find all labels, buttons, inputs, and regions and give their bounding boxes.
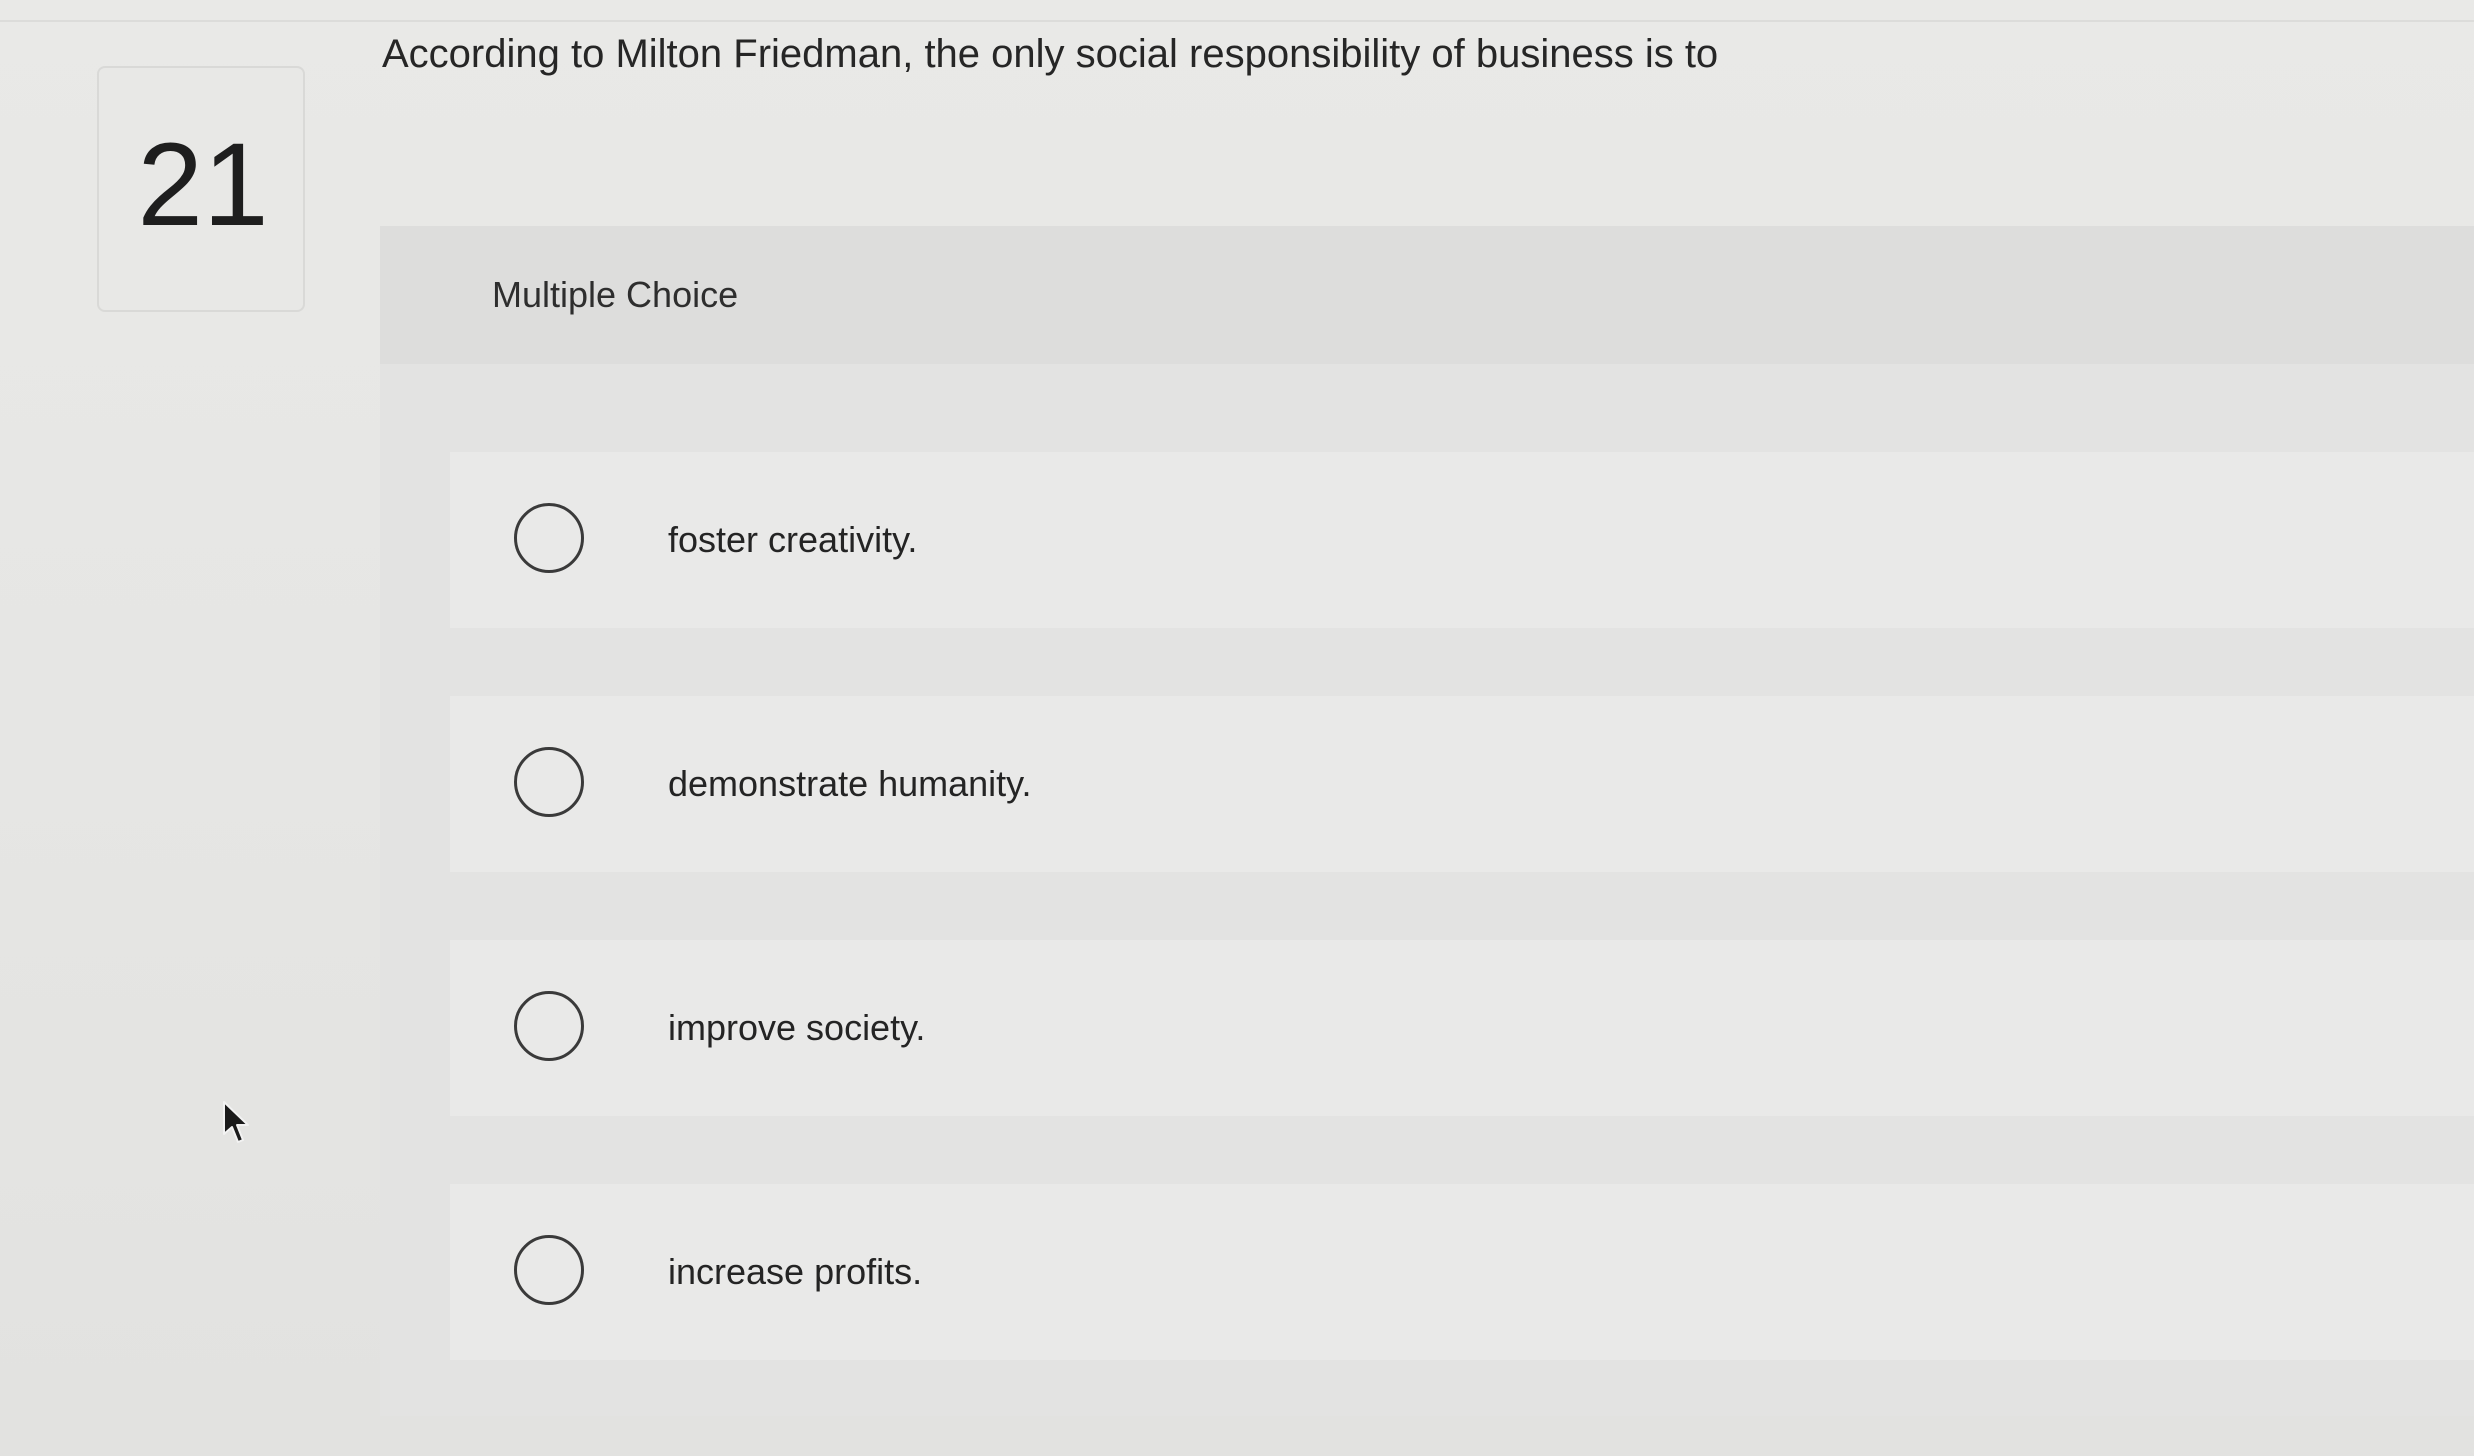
radio-unchecked-icon[interactable] xyxy=(514,747,584,817)
option-improve-society[interactable]: improve society. xyxy=(450,940,2474,1116)
answer-panel-header: Multiple Choice xyxy=(380,226,2474,364)
options-list: foster creativity. demonstrate humanity.… xyxy=(380,364,2474,1416)
radio-unchecked-icon[interactable] xyxy=(514,991,584,1061)
radio-unchecked-icon[interactable] xyxy=(514,503,584,573)
radio-unchecked-icon[interactable] xyxy=(514,1235,584,1305)
question-number-box: 21 xyxy=(97,66,305,312)
option-increase-profits[interactable]: increase profits. xyxy=(450,1184,2474,1360)
question-prompt: According to Milton Friedman, the only s… xyxy=(382,32,1719,76)
option-label: demonstrate humanity. xyxy=(668,763,1032,804)
option-label: improve society. xyxy=(668,1007,926,1048)
option-foster-creativity[interactable]: foster creativity. xyxy=(450,452,2474,628)
question-type-label: Multiple Choice xyxy=(492,274,739,315)
answer-panel: Multiple Choice foster creativity. demon… xyxy=(380,226,2474,1416)
option-demonstrate-humanity[interactable]: demonstrate humanity. xyxy=(450,696,2474,872)
mouse-pointer-icon xyxy=(223,1101,249,1143)
top-divider xyxy=(0,20,2474,22)
option-label: increase profits. xyxy=(668,1251,923,1292)
question-number: 21 xyxy=(137,119,269,251)
option-label: foster creativity. xyxy=(668,519,918,560)
